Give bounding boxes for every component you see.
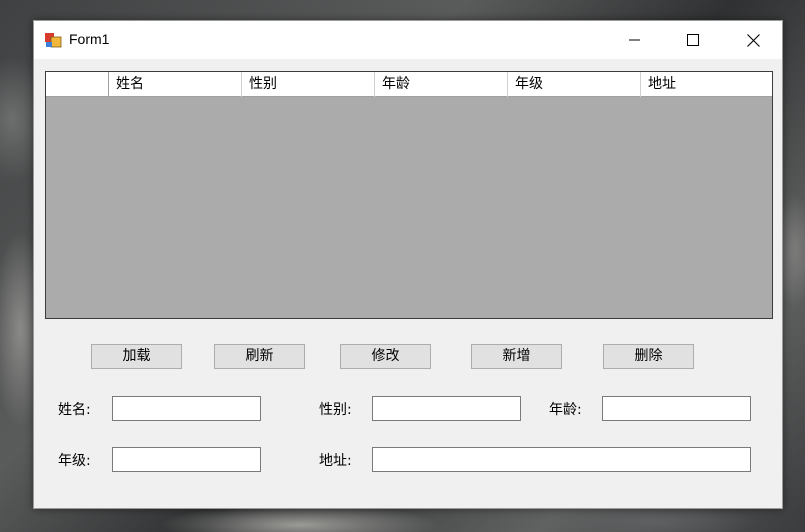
close-button[interactable] bbox=[724, 21, 782, 59]
close-icon bbox=[746, 33, 760, 47]
load-button[interactable]: 加载 bbox=[91, 344, 182, 369]
modify-button[interactable]: 修改 bbox=[340, 344, 431, 369]
grade-input[interactable] bbox=[112, 447, 261, 472]
minimize-button[interactable] bbox=[606, 21, 664, 59]
row-header-corner[interactable] bbox=[46, 72, 109, 97]
grid-header: 姓名 性别 年龄 年级 地址 bbox=[46, 72, 772, 97]
grade-label: 年级: bbox=[58, 453, 91, 469]
address-label: 地址: bbox=[319, 453, 352, 469]
form-window: Form1 姓名 性别 年龄 年级 地址 加载 刷新 修改 新增 删除 姓名: … bbox=[33, 20, 783, 509]
app-icon bbox=[45, 33, 62, 48]
add-button[interactable]: 新增 bbox=[471, 344, 562, 369]
refresh-button[interactable]: 刷新 bbox=[214, 344, 305, 369]
title-bar[interactable]: Form1 bbox=[34, 21, 782, 59]
column-header-grade[interactable]: 年级 bbox=[508, 72, 641, 97]
name-label: 姓名: bbox=[58, 402, 91, 418]
data-grid[interactable]: 姓名 性别 年龄 年级 地址 bbox=[45, 71, 773, 319]
gender-label: 性别: bbox=[319, 402, 352, 418]
address-input[interactable] bbox=[372, 447, 751, 472]
minimize-icon bbox=[629, 39, 640, 41]
column-header-age[interactable]: 年龄 bbox=[375, 72, 508, 97]
gender-input[interactable] bbox=[372, 396, 521, 421]
maximize-button[interactable] bbox=[664, 21, 722, 59]
name-input[interactable] bbox=[112, 396, 261, 421]
column-header-gender[interactable]: 性别 bbox=[242, 72, 375, 97]
maximize-icon bbox=[687, 34, 699, 46]
window-title: Form1 bbox=[69, 31, 110, 47]
age-label: 年龄: bbox=[549, 402, 582, 418]
column-header-name[interactable]: 姓名 bbox=[109, 72, 242, 97]
age-input[interactable] bbox=[602, 396, 751, 421]
delete-button[interactable]: 删除 bbox=[603, 344, 694, 369]
column-header-address[interactable]: 地址 bbox=[641, 72, 771, 97]
